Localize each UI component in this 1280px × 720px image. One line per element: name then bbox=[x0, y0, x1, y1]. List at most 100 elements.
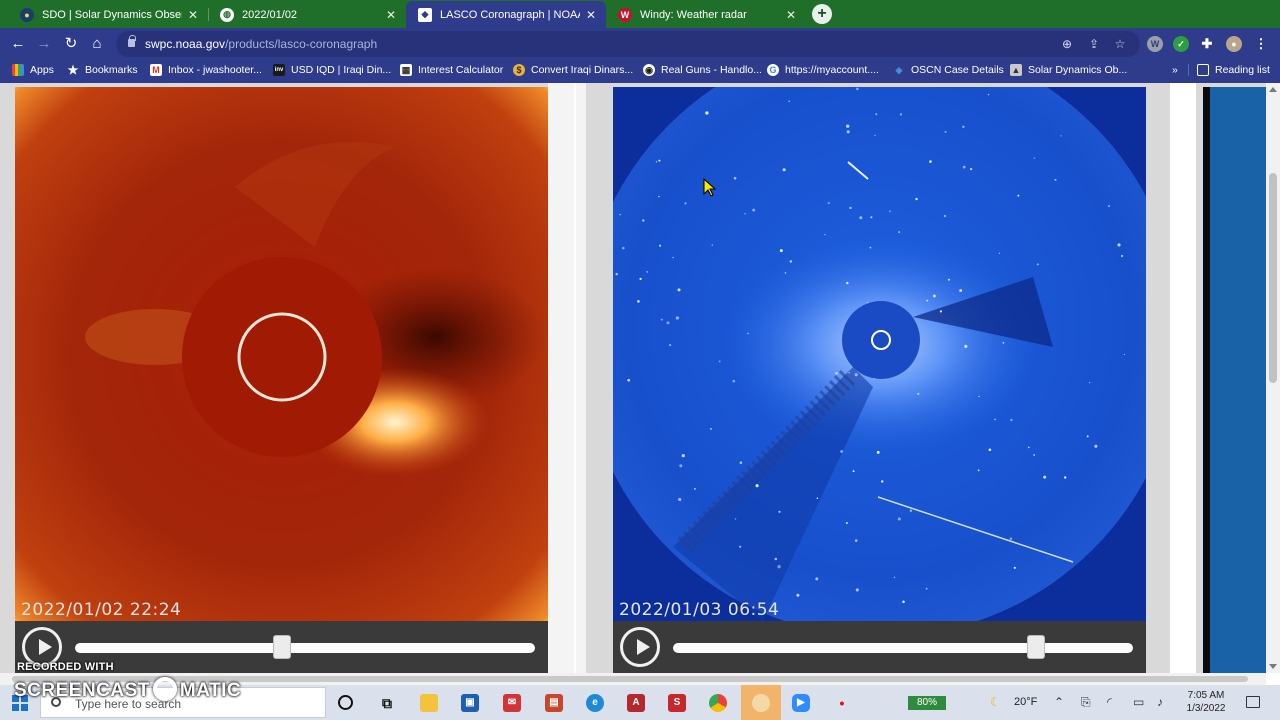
shortcut-app-icon[interactable]: S bbox=[668, 694, 686, 712]
star bbox=[752, 208, 756, 212]
c2-slider-handle[interactable] bbox=[273, 635, 291, 659]
tab-lasco[interactable]: ◆ LASCO Coronagraph | NOAA / N ✕ bbox=[406, 1, 606, 28]
browser-toolbar: ← → ↻ ⌂ swpc.noaa.gov/products/lasco-cor… bbox=[0, 28, 1280, 60]
bookmark-sdo[interactable]: ▲ Solar Dynamics Ob... bbox=[1010, 64, 1127, 76]
star bbox=[824, 234, 826, 236]
vertical-scrollbar[interactable] bbox=[1266, 83, 1280, 673]
star bbox=[681, 453, 685, 458]
star bbox=[619, 213, 621, 216]
avatar[interactable]: ● bbox=[1226, 36, 1242, 52]
bookmark-gmail[interactable]: M Inbox - jwashooter... bbox=[150, 64, 262, 76]
back-arrow-icon[interactable]: ← bbox=[8, 34, 28, 54]
home-icon[interactable]: ⌂ bbox=[87, 34, 107, 54]
bookmark-apps[interactable]: Apps bbox=[12, 64, 54, 76]
star bbox=[732, 379, 736, 383]
tab-label: 2022/01/02 bbox=[242, 8, 298, 21]
share-icon[interactable]: ⇪ bbox=[1086, 36, 1102, 52]
close-icon[interactable]: ✕ bbox=[784, 8, 798, 22]
close-icon[interactable]: ✕ bbox=[186, 8, 200, 22]
wifi-icon[interactable]: ◜ bbox=[1107, 695, 1112, 709]
star bbox=[1013, 566, 1016, 569]
c3-slider-handle[interactable] bbox=[1027, 635, 1046, 659]
c3-occulter-disk bbox=[842, 301, 920, 379]
zoom-app-icon[interactable]: ▶ bbox=[792, 694, 810, 712]
reading-list-button[interactable]: Reading list bbox=[1188, 64, 1270, 76]
check-extension-icon[interactable]: ✓ bbox=[1173, 36, 1189, 52]
store-icon[interactable]: ▣ bbox=[461, 694, 479, 712]
star bbox=[666, 321, 670, 325]
puzzle-icon[interactable]: ✚ bbox=[1199, 36, 1215, 52]
star bbox=[944, 215, 946, 217]
c2-occulter-disk bbox=[182, 257, 382, 457]
overflow-chevron-icon: » bbox=[1172, 64, 1178, 76]
bookmark-bookmarks[interactable]: ★ Bookmarks bbox=[67, 64, 138, 76]
star bbox=[962, 165, 966, 169]
address-bar[interactable]: swpc.noaa.gov/products/lasco-coronagraph… bbox=[116, 31, 1140, 57]
star bbox=[929, 160, 932, 163]
battery-indicator[interactable]: 80% bbox=[908, 696, 946, 710]
file-explorer-icon[interactable] bbox=[420, 694, 438, 712]
tab-windy[interactable]: W Windy: Weather radar ✕ bbox=[606, 1, 806, 28]
zoom-icon[interactable]: ⊕ bbox=[1059, 36, 1075, 52]
edge-icon[interactable]: e bbox=[586, 694, 604, 712]
bookmarks-overflow-button[interactable]: » bbox=[1172, 64, 1178, 76]
task-view-icon[interactable]: ⧉ bbox=[378, 694, 396, 712]
bookmark-convert-iraqi[interactable]: $ Convert Iraqi Dinars... bbox=[513, 64, 633, 76]
tray-chevron-icon[interactable]: ⌃ bbox=[1054, 695, 1064, 709]
scrollbar-thumb[interactable] bbox=[1269, 173, 1277, 383]
star bbox=[755, 484, 759, 488]
star bbox=[637, 300, 640, 303]
star bbox=[962, 125, 965, 128]
star bbox=[744, 213, 746, 215]
access-icon[interactable]: A bbox=[627, 694, 645, 712]
clock-time: 7:05 AM bbox=[1187, 690, 1225, 701]
close-icon[interactable]: ✕ bbox=[384, 8, 398, 22]
scroll-down-arrow-icon[interactable] bbox=[1269, 664, 1277, 669]
new-tab-button[interactable]: + bbox=[812, 4, 832, 24]
star bbox=[977, 469, 980, 472]
bookmark-star-icon[interactable]: ☆ bbox=[1112, 36, 1128, 52]
star bbox=[880, 480, 884, 483]
volume-icon[interactable]: ♪ bbox=[1157, 695, 1163, 709]
forward-arrow-icon[interactable]: → bbox=[34, 34, 54, 54]
url-text[interactable]: swpc.noaa.gov/products/lasco-coronagraph bbox=[145, 37, 377, 51]
recording-dot-icon[interactable]: • bbox=[833, 694, 851, 712]
screencast-taskbar-button[interactable] bbox=[741, 685, 781, 720]
weather-temperature[interactable]: 20°F bbox=[1014, 696, 1037, 708]
star bbox=[859, 216, 863, 220]
document-icon[interactable]: ▤ bbox=[545, 694, 563, 712]
cortana-icon[interactable] bbox=[338, 695, 353, 710]
chrome-icon[interactable] bbox=[709, 694, 727, 712]
page-content: 2022/01/02 22:24 2022/01/03 06:54 bbox=[0, 83, 1280, 673]
bookmark-usd-iqd[interactable]: inv USD IQD | Iraqi Din... bbox=[273, 64, 391, 76]
star bbox=[675, 316, 680, 320]
star bbox=[870, 216, 873, 219]
mouse-cursor-icon bbox=[703, 178, 717, 197]
inv-icon: inv bbox=[273, 64, 285, 76]
reload-icon[interactable]: ↻ bbox=[61, 34, 81, 54]
star bbox=[846, 130, 850, 134]
bookmark-interest-calculator[interactable]: ▦ Interest Calculator bbox=[400, 64, 503, 76]
close-icon[interactable]: ✕ bbox=[584, 8, 598, 22]
bookmark-oscn[interactable]: ◈ OSCN Case Details bbox=[893, 64, 1004, 76]
w-extension-icon[interactable]: W bbox=[1147, 36, 1163, 52]
c2-timeline-slider[interactable] bbox=[75, 643, 535, 653]
weather-moon-icon[interactable]: ☾ bbox=[990, 695, 1001, 709]
side-panel bbox=[1210, 87, 1266, 673]
mail-icon[interactable]: ✉ bbox=[503, 694, 521, 712]
c3-play-button[interactable] bbox=[620, 627, 660, 667]
taskbar-clock[interactable]: 7:05 AM 1/3/2022 bbox=[1176, 689, 1236, 715]
star bbox=[915, 197, 918, 201]
bookmark-real-guns[interactable]: ◉ Real Guns - Handlo... bbox=[643, 64, 762, 76]
battery-icon[interactable]: ▭ bbox=[1133, 695, 1144, 709]
star bbox=[1043, 475, 1047, 479]
scroll-up-arrow-icon[interactable] bbox=[1269, 87, 1277, 92]
notification-icon[interactable] bbox=[1246, 696, 1260, 708]
bookmark-myaccount[interactable]: G https://myaccount.... bbox=[767, 64, 879, 76]
menu-dots-icon[interactable]: ⋮ bbox=[1253, 36, 1269, 52]
star bbox=[856, 87, 859, 91]
tab-sdo[interactable]: ● SDO | Solar Dynamics Observato ✕ bbox=[8, 1, 208, 28]
c3-timeline-slider[interactable] bbox=[673, 643, 1133, 653]
tab-date[interactable]: ◍ 2022/01/02 ✕ bbox=[208, 1, 406, 28]
tray-app-icon[interactable]: ⎘ bbox=[1081, 695, 1091, 710]
